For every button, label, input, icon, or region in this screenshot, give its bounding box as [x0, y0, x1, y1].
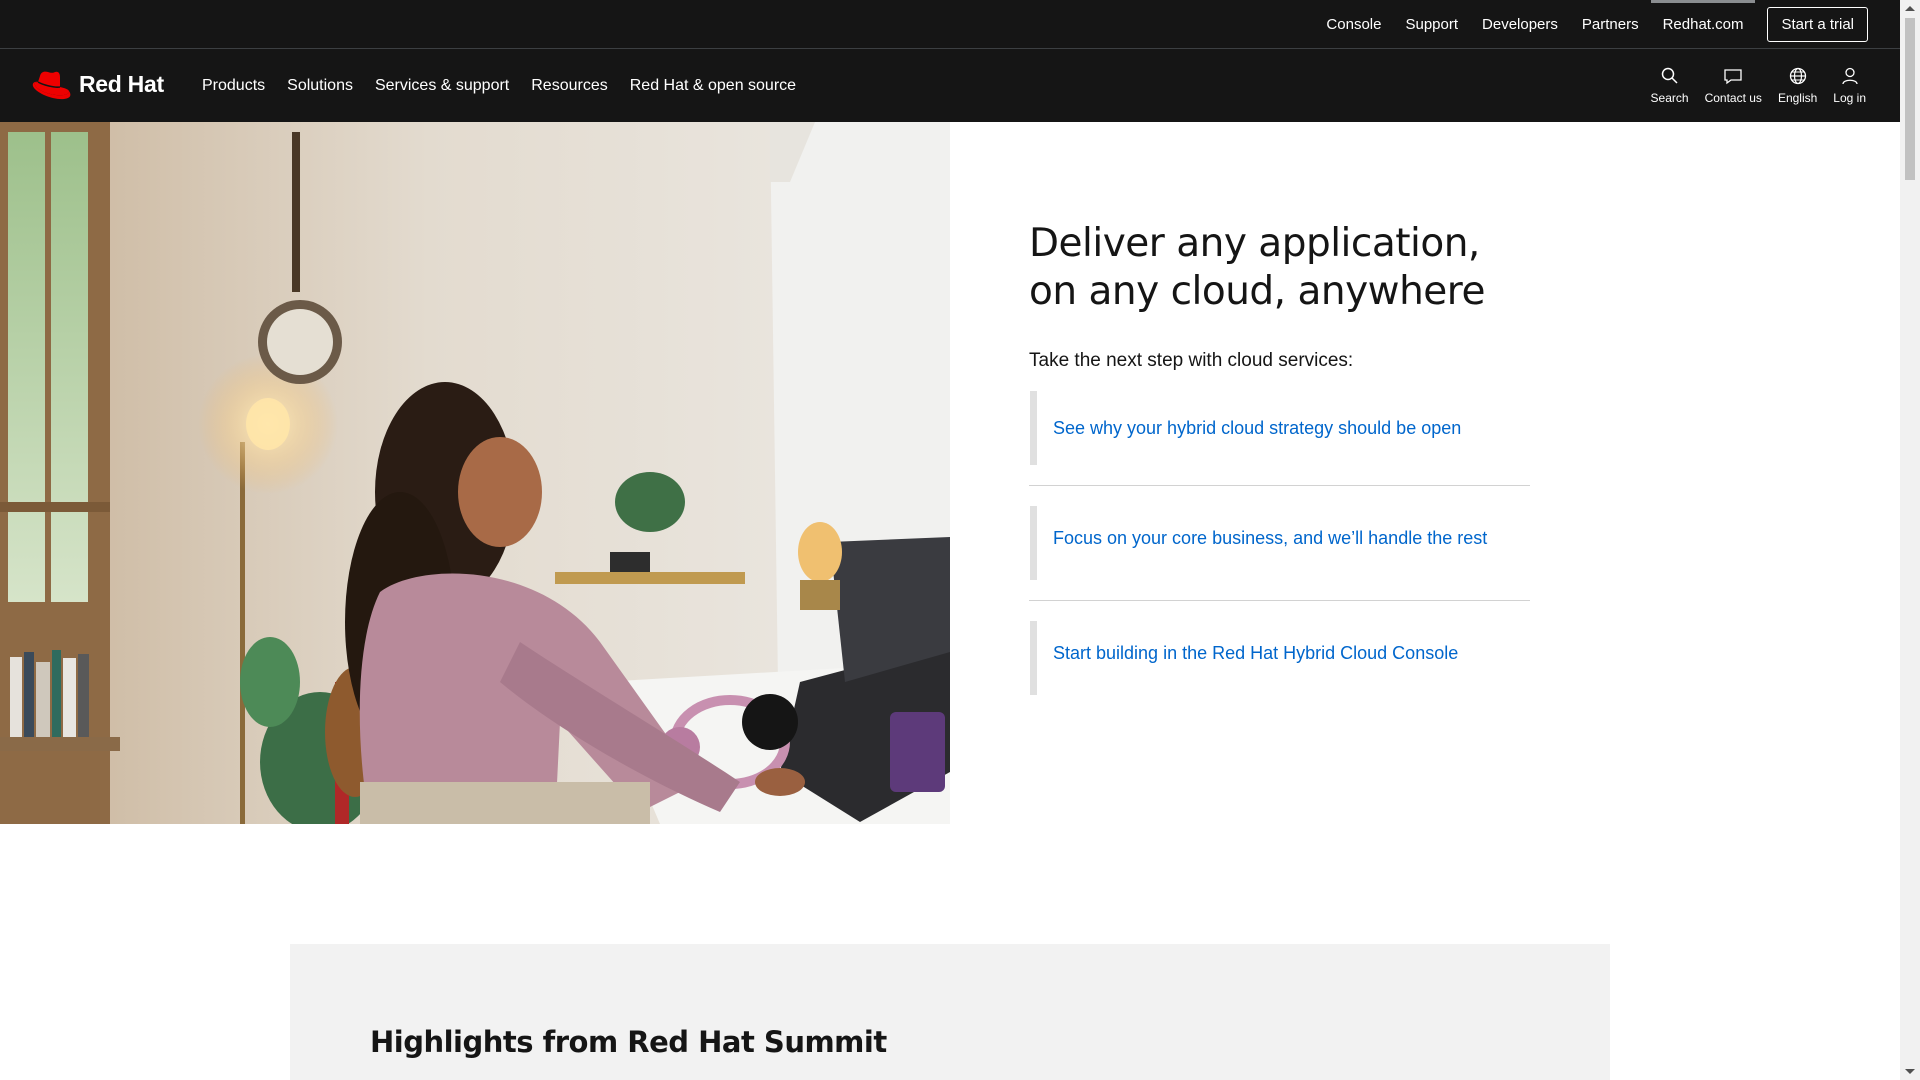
nav-item-open-source[interactable]: Red Hat & open source [630, 77, 796, 95]
utility-bar: Console Support Developers Partners Redh… [0, 0, 1900, 49]
hero-link-list: See why your hybrid cloud strategy shoul… [1029, 391, 1530, 696]
utility-links: Console Support Developers Partners Redh… [1302, 0, 1868, 49]
redhat-com-link[interactable]: Redhat.com [1650, 0, 1756, 49]
hero-photo-illustration [0, 122, 950, 824]
scroll-up-arrow-icon[interactable] [1905, 6, 1915, 11]
link-accent-bar [1030, 506, 1037, 580]
hybrid-cloud-console-link[interactable]: Start building in the Red Hat Hybrid Clo… [1053, 643, 1458, 664]
language-label: English [1777, 91, 1818, 105]
hero-image [0, 122, 950, 824]
hero-link-item: Focus on your core business, and we’ll h… [1029, 486, 1530, 601]
hero-link-item: See why your hybrid cloud strategy shoul… [1029, 391, 1530, 486]
hero-link-item: Start building in the Red Hat Hybrid Clo… [1029, 601, 1530, 696]
language-tool[interactable]: English [1778, 66, 1817, 105]
partners-link[interactable]: Partners [1582, 0, 1639, 49]
contact-tool[interactable]: Contact us [1705, 66, 1762, 105]
login-label: Log in [1833, 91, 1866, 105]
hybrid-cloud-strategy-link[interactable]: See why your hybrid cloud strategy shoul… [1053, 418, 1461, 439]
console-link[interactable]: Console [1326, 0, 1381, 49]
start-trial-button[interactable]: Start a trial [1767, 7, 1868, 42]
page-scrollbar[interactable] [1900, 0, 1920, 1080]
nav-item-services-support[interactable]: Services & support [375, 77, 509, 95]
logo-text: Red Hat [79, 70, 164, 97]
main-navigation: Red Hat Products Solutions Services & su… [0, 49, 1900, 122]
developers-link[interactable]: Developers [1482, 0, 1558, 49]
nav-tools: Search Contact us English Log in [1635, 49, 1866, 122]
red-hat-logo-icon [32, 71, 71, 100]
hero-content: Deliver any application, on any cloud, a… [1029, 220, 1530, 696]
nav-item-resources[interactable]: Resources [531, 77, 607, 95]
scroll-down-arrow-icon[interactable] [1905, 1069, 1915, 1074]
core-business-link[interactable]: Focus on your core business, and we’ll h… [1053, 528, 1487, 549]
scroll-thumb[interactable] [1905, 18, 1915, 180]
hero-title-line-2: on any cloud, anywhere [1029, 269, 1485, 314]
chat-bubble-icon [1724, 69, 1742, 85]
nav-item-solutions[interactable]: Solutions [287, 77, 353, 95]
link-accent-bar [1030, 391, 1037, 465]
page-viewport: Console Support Developers Partners Redh… [0, 0, 1900, 1080]
hero-title-line-1: Deliver any application, [1029, 221, 1480, 266]
search-tool[interactable]: Search [1651, 66, 1689, 105]
support-link[interactable]: Support [1405, 0, 1458, 49]
user-icon [1841, 67, 1858, 85]
globe-icon [1789, 67, 1806, 85]
highlights-section: Highlights from Red Hat Summit [290, 944, 1610, 1080]
search-label: Search [1650, 91, 1689, 105]
primary-nav-items: Products Solutions Services & support Re… [202, 49, 818, 122]
red-hat-logo[interactable]: Red Hat [31, 67, 164, 101]
hero-title: Deliver any application, on any cloud, a… [1029, 220, 1509, 316]
hero-subtitle: Take the next step with cloud services: [1029, 350, 1354, 371]
login-tool[interactable]: Log in [1833, 66, 1866, 105]
search-icon [1661, 67, 1678, 84]
contact-label: Contact us [1704, 91, 1762, 105]
nav-item-products[interactable]: Products [202, 77, 265, 95]
link-accent-bar [1030, 621, 1037, 695]
highlights-title: Highlights from Red Hat Summit [370, 1025, 887, 1059]
